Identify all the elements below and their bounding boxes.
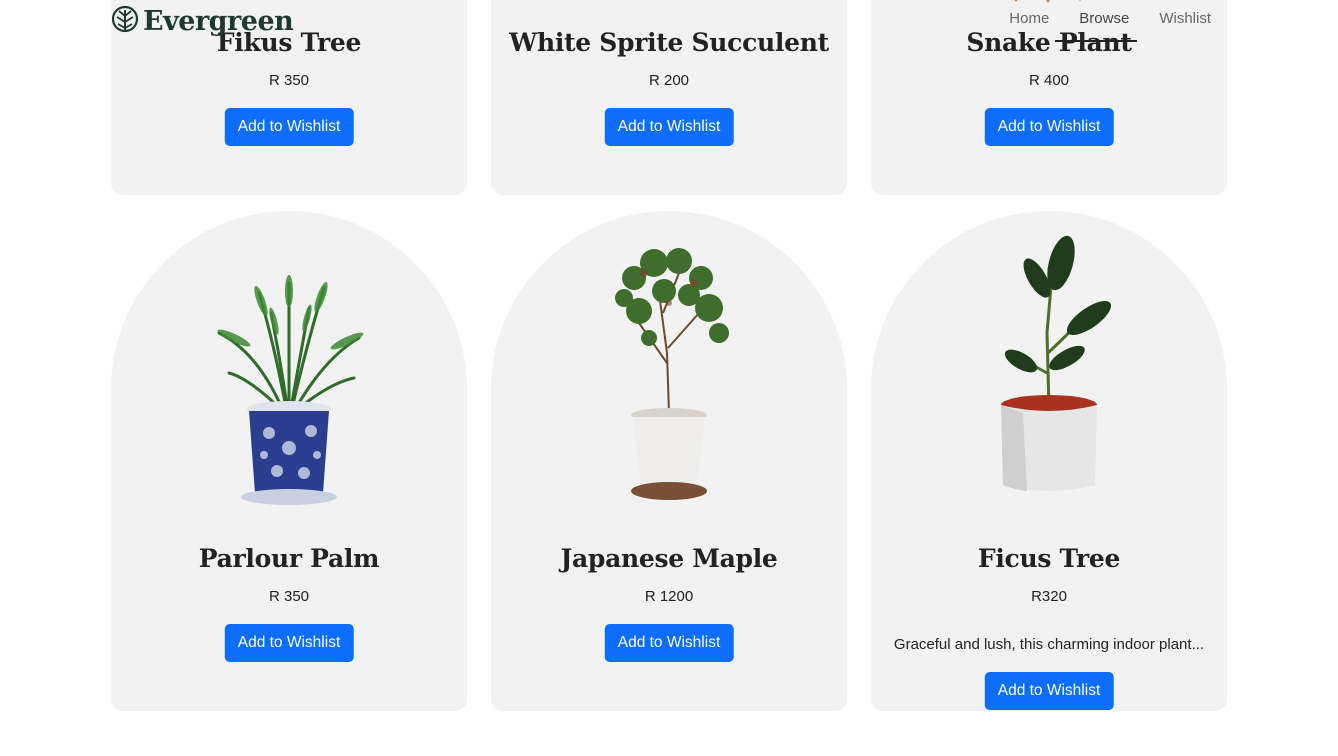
product-price: R320 [1031, 588, 1067, 605]
product-card: Japanese Maple R 1200 Add to Wishlist [491, 211, 847, 711]
nav-wishlist[interactable]: Wishlist [1159, 10, 1211, 27]
main-nav: Home Browse Wishlist [1009, 10, 1211, 27]
product-card: Parlour Palm R 350 Add to Wishlist [111, 211, 467, 711]
product-price: R 200 [648, 72, 690, 89]
active-nav-underline [1055, 40, 1137, 42]
add-to-wishlist-button[interactable]: Add to Wishlist [984, 672, 1114, 710]
logo-text: Evergreen [143, 6, 294, 37]
product-price: R 350 [268, 72, 310, 89]
product-title: White Sprite Succulent [509, 28, 829, 57]
product-price: R 400 [1028, 72, 1070, 89]
add-to-wishlist-button[interactable]: Add to Wishlist [224, 108, 354, 146]
product-price: R 1200 [644, 588, 694, 605]
maple-plant-icon [491, 233, 847, 523]
product-price: R 350 [268, 588, 310, 605]
add-to-wishlist-button[interactable]: Add to Wishlist [984, 108, 1114, 146]
nav-home[interactable]: Home [1009, 10, 1049, 27]
product-card: Ficus Tree R320 Graceful and lush, this … [871, 211, 1227, 711]
brand-logo[interactable]: Evergreen [111, 4, 294, 39]
product-title: Japanese Maple [560, 544, 778, 573]
product-title: Ficus Tree [977, 544, 1121, 573]
ficus-plant-icon [871, 233, 1227, 523]
product-title: Parlour Palm [198, 544, 380, 573]
snake-plant-icon [871, 0, 1227, 4]
product-card: Snake Plant R 400 Add to Wishlist [871, 0, 1227, 195]
product-title: Snake Plant [966, 28, 1132, 57]
add-to-wishlist-button[interactable]: Add to Wishlist [224, 624, 354, 662]
palm-plant-icon [111, 233, 467, 523]
product-card: White Sprite Succulent R 200 Add to Wish… [491, 0, 847, 195]
add-to-wishlist-button[interactable]: Add to Wishlist [604, 108, 734, 146]
leaf-icon [111, 4, 139, 39]
product-description: Graceful and lush, this charming indoor … [893, 636, 1205, 653]
nav-browse[interactable]: Browse [1079, 10, 1129, 27]
add-to-wishlist-button[interactable]: Add to Wishlist [604, 624, 734, 662]
